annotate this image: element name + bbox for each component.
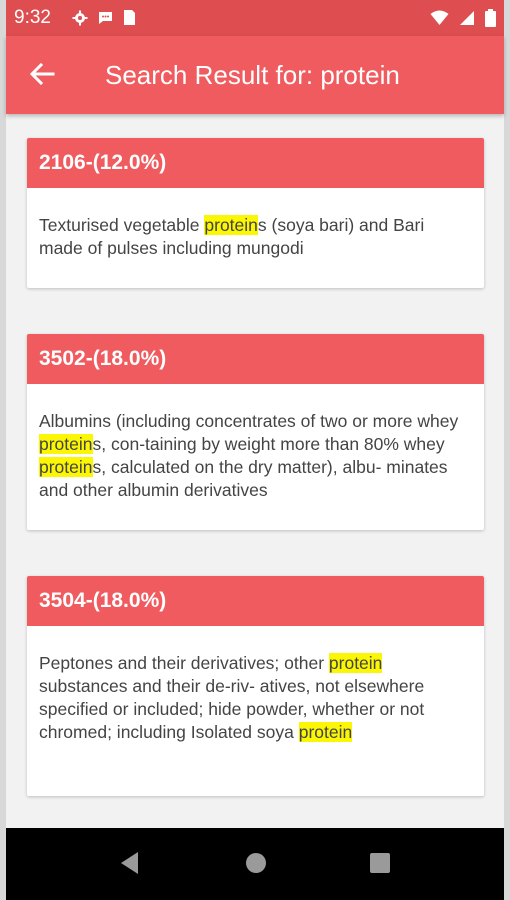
chat-icon	[97, 10, 114, 31]
search-highlight: protein	[204, 215, 258, 235]
recents-square-icon[interactable]	[368, 850, 392, 881]
page-title: Search Result for: protein	[105, 60, 400, 90]
home-circle-icon[interactable]	[244, 850, 268, 881]
status-icons-left	[72, 9, 136, 31]
status-icons-right	[430, 9, 496, 32]
description-text: s, calculated on the dry matter), albu- …	[39, 457, 448, 500]
sim-icon	[123, 9, 136, 31]
result-code: 3502-(18.0%)	[27, 334, 484, 384]
description-text: Texturised vegetable	[39, 215, 205, 235]
wifi-icon	[430, 10, 449, 31]
result-code: 2106-(12.0%)	[27, 138, 484, 188]
description-text: Peptones and their derivatives; other	[39, 653, 329, 673]
back-triangle-icon[interactable]	[118, 850, 142, 881]
description-text: s, con-taining by weight more than 80% w…	[92, 434, 445, 454]
result-description: Albumins (including concentrates of two …	[27, 384, 484, 502]
result-card[interactable]: 3504-(18.0%) Peptones and their derivati…	[27, 576, 484, 796]
app-frame: 9:32 Search Result for: protein 2106-(12…	[6, 0, 504, 900]
result-code: 3504-(18.0%)	[27, 576, 484, 626]
search-highlight: protein	[39, 457, 93, 477]
app-bar: Search Result for: protein	[6, 36, 504, 114]
status-time: 9:32	[14, 7, 51, 28]
description-text: substances and their de-riv- atives, not…	[39, 676, 425, 742]
back-button[interactable]	[26, 60, 58, 92]
search-highlight: protein	[298, 722, 353, 742]
gear-icon	[72, 10, 88, 31]
signal-icon	[459, 10, 475, 31]
result-description: Texturised vegetable proteins (soya bari…	[27, 188, 484, 260]
battery-icon	[485, 9, 496, 32]
result-description: Peptones and their derivatives; other pr…	[27, 626, 484, 744]
description-text: Albumins (including concentrates of two …	[39, 411, 459, 431]
result-card[interactable]: 2106-(12.0%) Texturised vegetable protei…	[27, 138, 484, 288]
result-card[interactable]: 3502-(18.0%) Albumins (including concent…	[27, 334, 484, 530]
status-bar: 9:32	[6, 0, 504, 36]
arrow-back-icon	[29, 62, 55, 91]
system-nav-bar	[6, 828, 504, 900]
search-highlight: protein	[39, 434, 93, 454]
results-list[interactable]: 2106-(12.0%) Texturised vegetable protei…	[6, 114, 504, 828]
search-highlight: protein	[328, 653, 383, 673]
